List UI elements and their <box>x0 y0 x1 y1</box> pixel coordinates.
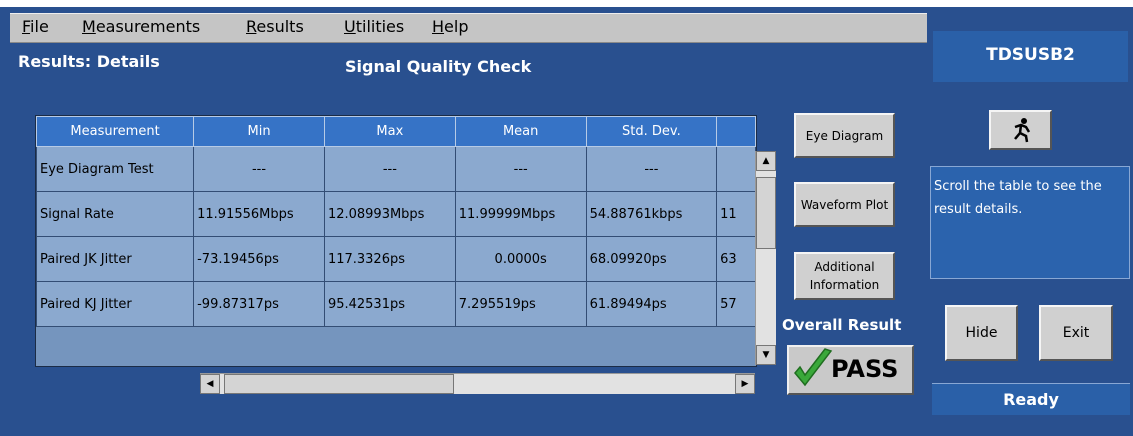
table-cell: 57 <box>716 281 756 327</box>
menu-measurements-rest: easurements <box>95 17 201 36</box>
table-cell: 63 <box>716 236 756 282</box>
table-cell: 11.91556Mbps <box>193 191 325 237</box>
waveform-plot-button[interactable]: Waveform Plot <box>794 182 895 227</box>
table-cell: --- <box>454 146 587 192</box>
vertical-scrollbar[interactable]: ▲ ▼ <box>755 151 776 365</box>
signal-quality-title: Signal Quality Check <box>345 57 532 76</box>
column-header[interactable]: Std. Dev. <box>585 116 718 147</box>
vertical-scroll-thumb[interactable] <box>756 177 776 249</box>
table-cell: 61.89494ps <box>585 281 718 327</box>
table-cell: -73.19456ps <box>193 236 325 282</box>
table-cell: Paired JK Jitter <box>36 236 195 282</box>
table-row[interactable]: Signal Rate 11.91556Mbps 12.08993Mbps 11… <box>36 191 756 237</box>
table-header-row: Measurement Min Max Mean Std. Dev. <box>36 116 756 147</box>
app-title-box: TDSUSB2 <box>933 31 1128 82</box>
table-row[interactable]: Eye Diagram Test --- --- --- --- <box>36 146 756 192</box>
table-cell: 11.99999Mbps <box>454 191 587 237</box>
table-cell: 7.295519ps <box>454 281 587 327</box>
results-table: Measurement Min Max Mean Std. Dev. Eye D… <box>36 116 756 327</box>
menu-file-rest: ile <box>30 17 49 36</box>
table-cell: 12.08993Mbps <box>323 191 456 237</box>
column-header[interactable] <box>716 116 756 147</box>
run-button[interactable] <box>989 110 1052 150</box>
scroll-right-button[interactable]: ▶ <box>735 374 755 394</box>
table-cell: 95.42531ps <box>323 281 456 327</box>
table-cell: 54.88761kbps <box>585 191 718 237</box>
table-cell: 117.3326ps <box>323 236 456 282</box>
menu-utilities-rest: tilities <box>355 17 405 36</box>
table-cell: Eye Diagram Test <box>36 146 195 192</box>
menu-measurements[interactable]: Measurements <box>82 17 200 36</box>
menu-file[interactable]: File <box>22 17 49 36</box>
scroll-down-button[interactable]: ▼ <box>756 345 776 365</box>
menu-help[interactable]: Help <box>432 17 468 36</box>
table-cell: 0.0000s <box>454 236 587 282</box>
results-table-container: Measurement Min Max Mean Std. Dev. Eye D… <box>35 115 757 367</box>
info-message-box: Scroll the table to see the result detai… <box>930 166 1130 279</box>
horizontal-scroll-thumb[interactable] <box>224 374 454 394</box>
table-row[interactable]: Paired JK Jitter -73.19456ps 117.3326ps … <box>36 236 756 282</box>
table-cell: 11 <box>716 191 756 237</box>
checkmark-icon <box>794 348 833 387</box>
table-cell: --- <box>585 146 718 192</box>
scroll-left-button[interactable]: ◀ <box>200 374 220 394</box>
app-title: TDSUSB2 <box>986 45 1075 65</box>
additional-information-button[interactable]: Additional Information <box>794 252 895 300</box>
table-cell: --- <box>193 146 325 192</box>
menu-bar: File Measurements Results Utilities Help <box>10 13 927 43</box>
menu-help-rest: elp <box>444 17 469 36</box>
table-cell: 68.09920ps <box>585 236 718 282</box>
results-details-label: Results: Details <box>18 52 160 71</box>
table-cell: --- <box>323 146 456 192</box>
table-cell: Paired KJ Jitter <box>36 281 195 327</box>
horizontal-scrollbar[interactable]: ◀ ▶ <box>200 373 755 394</box>
table-row[interactable]: Paired KJ Jitter -99.87317ps 95.42531ps … <box>36 281 756 327</box>
table-cell: Signal Rate <box>36 191 195 237</box>
running-man-icon <box>1013 118 1030 143</box>
pass-badge: PASS <box>787 345 914 395</box>
column-header[interactable]: Max <box>323 116 456 147</box>
hide-button[interactable]: Hide <box>945 305 1018 361</box>
eye-diagram-button[interactable]: Eye Diagram <box>794 113 895 158</box>
exit-button[interactable]: Exit <box>1039 305 1113 361</box>
menu-utilities[interactable]: Utilities <box>344 17 404 36</box>
table-cell <box>716 146 756 192</box>
overall-result-label: Overall Result <box>782 316 902 334</box>
column-header[interactable]: Measurement <box>36 116 195 147</box>
menu-results[interactable]: Results <box>246 17 304 36</box>
status-ready: Ready <box>932 383 1130 415</box>
top-border <box>0 0 1133 7</box>
menu-results-rest: esults <box>256 17 304 36</box>
column-header[interactable]: Mean <box>454 116 587 147</box>
column-header[interactable]: Min <box>193 116 325 147</box>
table-cell: -99.87317ps <box>193 281 325 327</box>
scroll-up-button[interactable]: ▲ <box>756 151 776 171</box>
pass-status-text: PASS <box>831 355 899 383</box>
